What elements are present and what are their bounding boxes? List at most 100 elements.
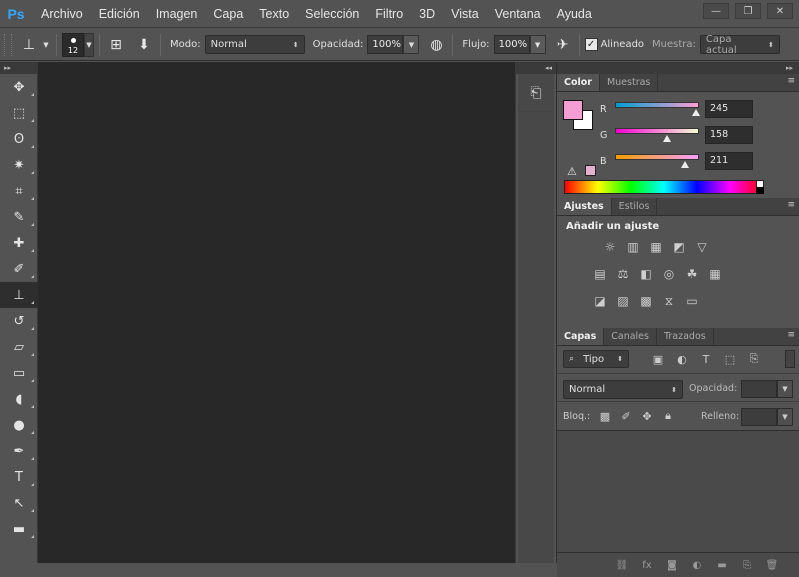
hue-saturation-icon[interactable]: ▤: [591, 265, 609, 283]
airbrush-icon[interactable]: ✈: [552, 34, 574, 56]
marquee-tool[interactable]: ⬚: [0, 100, 38, 126]
shape-layer-filter-icon[interactable]: ⬚: [721, 351, 739, 367]
flow-dropdown[interactable]: ▼: [529, 35, 546, 54]
red-slider-thumb[interactable]: [691, 109, 700, 116]
menu-filtro[interactable]: Filtro: [367, 0, 411, 28]
flow-input[interactable]: 100%: [493, 35, 530, 54]
fill-dropdown[interactable]: ▼: [777, 408, 793, 426]
tab-canales[interactable]: Canales: [604, 328, 657, 345]
tab-muestras[interactable]: Muestras: [600, 74, 659, 91]
minimize-button[interactable]: —: [703, 3, 729, 19]
blend-mode-select[interactable]: Normal ⬍: [563, 380, 683, 399]
menu-ventana[interactable]: Ventana: [487, 0, 549, 28]
brush-panel-toggle-icon[interactable]: ⊞: [105, 34, 127, 56]
dock-collapse-icon[interactable]: ◂◂: [516, 62, 556, 74]
blue-slider-thumb[interactable]: [680, 161, 689, 168]
tab-color[interactable]: Color: [557, 74, 600, 91]
healing-brush-tool[interactable]: ✚: [0, 230, 38, 256]
black-white-icon[interactable]: ◧: [637, 265, 655, 283]
menu-capa[interactable]: Capa: [205, 0, 251, 28]
new-layer-icon[interactable]: ⎘: [739, 557, 755, 573]
clone-stamp-tool[interactable]: ⊥: [0, 282, 38, 308]
filter-toggle-switch[interactable]: [785, 350, 795, 368]
aligned-checkbox[interactable]: ✓: [584, 38, 598, 51]
blur-tool[interactable]: ◖: [0, 386, 38, 412]
history-brush-tool[interactable]: ↺: [0, 308, 38, 334]
red-value-input[interactable]: 245: [705, 100, 753, 118]
color-balance-icon[interactable]: ⚖: [614, 265, 632, 283]
type-tool[interactable]: T: [0, 464, 38, 490]
tab-capas[interactable]: Capas: [557, 328, 605, 345]
blue-value-input[interactable]: 211: [705, 152, 753, 170]
threshold-icon[interactable]: ▩: [637, 292, 655, 310]
layer-style-fx-icon[interactable]: fx: [639, 557, 655, 573]
panel-menu-icon[interactable]: ≡: [787, 76, 795, 86]
fill-input[interactable]: [741, 408, 777, 426]
foreground-color-swatch[interactable]: [563, 100, 583, 120]
adjustment-layer-filter-icon[interactable]: ◐: [673, 351, 691, 367]
layer-list[interactable]: [557, 430, 799, 552]
vibrance-icon[interactable]: ▽: [693, 238, 711, 256]
black-swatch[interactable]: [756, 187, 764, 194]
selective-color-icon[interactable]: ⧖: [660, 292, 678, 310]
lock-position-icon[interactable]: ✥: [639, 408, 655, 424]
panels-collapse-icon[interactable]: ▸▸: [557, 62, 799, 74]
smart-object-filter-icon[interactable]: ⎘: [745, 351, 763, 367]
eraser-tool[interactable]: ▱: [0, 334, 38, 360]
curves-icon[interactable]: ▦: [647, 238, 665, 256]
channel-mixer-icon[interactable]: ☘: [683, 265, 701, 283]
green-value-input[interactable]: 158: [705, 126, 753, 144]
add-mask-icon[interactable]: ◙: [664, 557, 680, 573]
options-bar-grip[interactable]: [4, 33, 12, 56]
layer-opacity-input[interactable]: [741, 380, 777, 398]
layer-opacity-dropdown[interactable]: ▼: [777, 380, 793, 398]
history-panel-icon[interactable]: ⎗: [518, 74, 554, 112]
type-layer-filter-icon[interactable]: T: [697, 351, 715, 367]
pen-tool[interactable]: ✒: [0, 438, 38, 464]
posterize-icon[interactable]: ▨: [614, 292, 632, 310]
gradient-map-icon[interactable]: ▭: [683, 292, 701, 310]
crop-tool[interactable]: ⌗: [0, 178, 38, 204]
new-group-icon[interactable]: ▬: [714, 557, 730, 573]
gamut-color-swatch[interactable]: [585, 165, 596, 176]
brush-size-picker[interactable]: 12: [62, 32, 84, 57]
out-of-gamut-warning-icon[interactable]: ⚠: [567, 165, 577, 178]
sample-select[interactable]: Capa actual ⬍: [699, 34, 780, 56]
mode-select[interactable]: Normal ⬍: [204, 35, 305, 54]
toolbox-collapse-icon[interactable]: ▸▸: [0, 62, 37, 74]
panel-menu-icon[interactable]: ≡: [787, 330, 795, 340]
photo-filter-icon[interactable]: ◎: [660, 265, 678, 283]
layer-filter-select[interactable]: ⌕ Tipo ⬍: [563, 350, 629, 368]
blue-slider[interactable]: [615, 154, 699, 160]
magic-wand-tool[interactable]: ✷: [0, 152, 38, 178]
exposure-icon[interactable]: ◩: [670, 238, 688, 256]
menu-seleccion[interactable]: Selección: [297, 0, 367, 28]
green-slider[interactable]: [615, 128, 699, 134]
levels-icon[interactable]: ▥: [624, 238, 642, 256]
lock-image-icon[interactable]: ✐: [618, 408, 634, 424]
opacity-input[interactable]: 100%: [367, 35, 404, 54]
brush-tool[interactable]: ✐: [0, 256, 38, 282]
brightness-icon[interactable]: ☼: [601, 238, 619, 256]
delete-layer-icon[interactable]: 🗑︎: [764, 557, 780, 573]
dodge-tool[interactable]: ●: [0, 412, 38, 438]
new-adjustment-layer-icon[interactable]: ◐: [689, 557, 705, 573]
restore-button[interactable]: ❐: [735, 3, 761, 19]
lock-all-icon[interactable]: 🔒︎: [660, 408, 676, 424]
tool-preset-dropdown[interactable]: ▼: [41, 33, 51, 57]
menu-imagen[interactable]: Imagen: [148, 0, 206, 28]
invert-icon[interactable]: ◪: [591, 292, 609, 310]
eyedropper-tool[interactable]: ✎: [0, 204, 38, 230]
red-slider[interactable]: [615, 102, 699, 108]
tab-estilos[interactable]: Estilos: [612, 198, 658, 215]
opacity-dropdown[interactable]: ▼: [403, 35, 420, 54]
clone-source-panel-icon[interactable]: ⬇: [133, 34, 155, 56]
brush-picker-dropdown[interactable]: ▼: [84, 32, 94, 57]
menu-texto[interactable]: Texto: [251, 0, 297, 28]
green-slider-thumb[interactable]: [663, 135, 672, 142]
lock-transparency-icon[interactable]: ▩: [597, 408, 613, 424]
menu-edicion[interactable]: Edición: [91, 0, 148, 28]
menu-ayuda[interactable]: Ayuda: [549, 0, 600, 28]
color-lookup-icon[interactable]: ▦: [706, 265, 724, 283]
menu-vista[interactable]: Vista: [443, 0, 487, 28]
